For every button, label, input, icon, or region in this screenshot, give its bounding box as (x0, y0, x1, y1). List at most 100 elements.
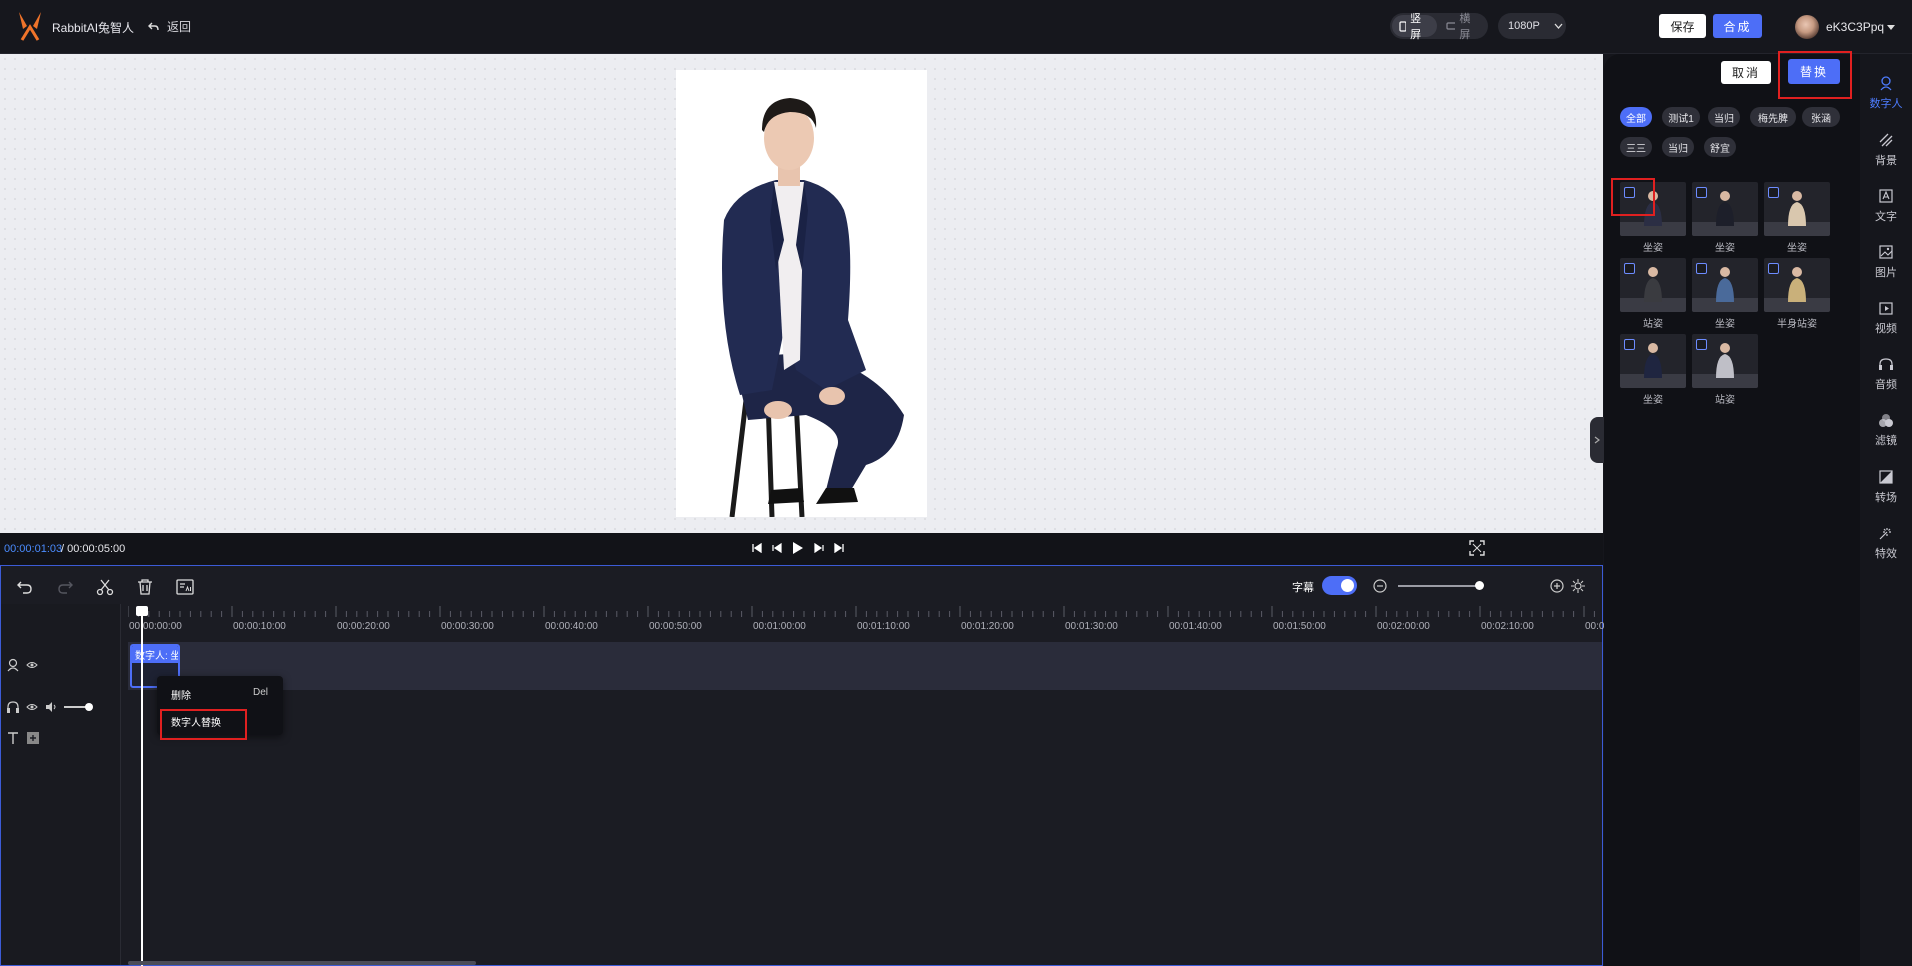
audio-eye-icon[interactable] (26, 703, 38, 711)
avatar-caption: 坐姿 (1643, 395, 1663, 406)
portrait-option[interactable]: 竖屏 (1392, 13, 1437, 41)
rail-item-video[interactable]: 视频 (1860, 300, 1912, 336)
subtitle-toggle[interactable] (1322, 576, 1357, 595)
current-time: 00:00:01:03 (4, 543, 63, 555)
timeline-scrollbar[interactable] (128, 961, 476, 965)
zoom-slider-track[interactable] (1398, 585, 1480, 587)
rail-item-label: 文字 (1875, 211, 1897, 223)
volume-icon[interactable] (45, 701, 57, 713)
filter-chip[interactable]: 张涵 (1802, 107, 1840, 127)
ai-caption-icon[interactable] (176, 578, 194, 596)
panel-collapse-handle[interactable] (1590, 417, 1604, 463)
total-time: / 00:00:05:00 (61, 543, 125, 555)
playback-controls (752, 541, 844, 555)
rail-item-effects[interactable]: 特效 (1860, 525, 1912, 561)
zoom-slider-handle[interactable] (1475, 581, 1484, 590)
scissors-icon[interactable] (96, 578, 114, 596)
rail-item-image[interactable]: 图片 (1860, 244, 1912, 280)
highlight-replace-menu (160, 709, 247, 740)
avatar-caption: 站姿 (1643, 319, 1663, 330)
avatar-checkbox[interactable] (1768, 187, 1779, 198)
avatar-caption: 坐姿 (1715, 319, 1735, 330)
filter-chip[interactable]: 当归 (1708, 107, 1740, 127)
landscape-label: 横屏 (1459, 13, 1471, 41)
portrait-icon (1399, 20, 1407, 32)
user-avatar[interactable] (1795, 15, 1819, 39)
avatar-caption: 坐姿 (1715, 243, 1735, 254)
time-separator: / (61, 543, 65, 555)
eye-icon[interactable] (26, 661, 38, 669)
volume-slider-handle[interactable] (85, 703, 93, 711)
compose-button[interactable]: 合成 (1713, 14, 1762, 38)
avatar-thumbnail[interactable] (1764, 182, 1830, 236)
avatar-thumbnail[interactable] (1620, 334, 1686, 388)
rail-item-text[interactable]: 文字 (1860, 188, 1912, 224)
resolution-select[interactable]: 1080P (1498, 13, 1566, 39)
ruler-tick-label: 00:02:10:00 (1481, 621, 1534, 632)
avatar-caption: 坐姿 (1643, 243, 1663, 254)
avatar-checkbox[interactable] (1624, 339, 1635, 350)
menu-item-delete[interactable]: 删除 (171, 687, 191, 702)
digital-human-icon (1880, 76, 1892, 91)
total-time-value: 00:00:05:00 (67, 543, 126, 555)
audio-icon (1879, 358, 1893, 370)
rail-item-filter[interactable]: 滤镜 (1860, 412, 1912, 448)
landscape-option[interactable]: 横屏 (1439, 13, 1486, 41)
magic-snap-icon[interactable] (1570, 578, 1586, 594)
skip-to-end-icon[interactable] (834, 543, 844, 553)
portrait-label: 竖屏 (1410, 13, 1422, 41)
back-button[interactable]: 返回 (148, 18, 191, 35)
trash-icon[interactable] (136, 578, 154, 596)
avatar-checkbox[interactable] (1696, 187, 1707, 198)
top-bar (0, 0, 1912, 54)
rail-item-label: 背景 (1875, 155, 1897, 167)
rail-item-label: 滤镜 (1875, 435, 1897, 447)
filter-chip[interactable]: 全部 (1620, 107, 1652, 127)
avatar-thumbnail[interactable] (1764, 258, 1830, 312)
filter-chip[interactable]: 舒宜 (1704, 137, 1736, 157)
filter-chip[interactable]: 三三 (1620, 137, 1652, 157)
rail-item-label: 特效 (1875, 548, 1897, 560)
avatar-checkbox[interactable] (1696, 263, 1707, 274)
redo-icon[interactable] (56, 578, 74, 596)
avatar-thumbnail[interactable] (1692, 334, 1758, 388)
zoom-out-icon[interactable] (1373, 579, 1387, 593)
filter-icon (1879, 414, 1893, 427)
filter-chip[interactable]: 测试1 (1662, 107, 1700, 127)
filter-chip[interactable]: 梅先脾 (1750, 107, 1796, 127)
back-arrow-icon (148, 22, 159, 30)
filter-chip[interactable]: 当归 (1662, 137, 1694, 157)
avatar-thumbnail[interactable] (1692, 182, 1758, 236)
skip-to-start-icon[interactable] (752, 543, 762, 553)
digital-human-track[interactable] (128, 642, 1602, 690)
zoom-in-icon[interactable] (1550, 579, 1564, 593)
playhead[interactable] (141, 607, 143, 966)
avatar-checkbox[interactable] (1696, 339, 1707, 350)
avatar-thumbnail[interactable] (1620, 258, 1686, 312)
rail-item-background[interactable]: 背景 (1860, 132, 1912, 168)
avatar-checkbox[interactable] (1768, 263, 1779, 274)
fullscreen-icon[interactable] (1469, 540, 1485, 556)
step-forward-icon[interactable] (814, 543, 824, 553)
avatar-checkbox[interactable] (1624, 263, 1635, 274)
rail-item-label: 视频 (1875, 323, 1897, 335)
avatar-thumbnail[interactable] (1692, 258, 1758, 312)
save-button[interactable]: 保存 (1659, 14, 1706, 38)
username: eK3C3Ppq (1826, 20, 1885, 34)
digital-human-figure (722, 98, 904, 517)
cancel-button[interactable]: 取消 (1721, 61, 1771, 84)
ruler-tick-label: 00:01:30:00 (1065, 621, 1118, 632)
user-menu[interactable]: eK3C3Ppq (1826, 20, 1896, 34)
rail-item-digital-human[interactable]: 数字人 (1860, 75, 1912, 111)
add-text-icon[interactable] (27, 732, 39, 744)
undo-icon[interactable] (16, 578, 34, 596)
ruler-tick-label: 00:02:00:00 (1377, 621, 1430, 632)
rail-item-audio[interactable]: 音频 (1860, 356, 1912, 392)
step-back-icon[interactable] (772, 543, 782, 553)
video-preview-frame[interactable] (676, 70, 927, 517)
subtitle-label: 字幕 (1292, 582, 1314, 594)
play-icon[interactable] (792, 541, 804, 555)
delete-shortcut: Del (252, 687, 268, 698)
rail-item-transition[interactable]: 转场 (1860, 469, 1912, 505)
rail-item-label: 数字人 (1869, 98, 1903, 110)
